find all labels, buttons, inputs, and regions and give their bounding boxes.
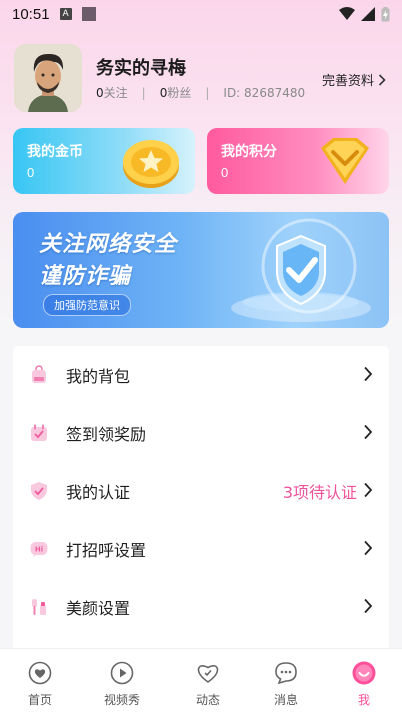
edit-profile-button[interactable]: 完善资料 [322,70,386,89]
shield-check-icon [31,482,47,500]
following-stat[interactable]: 0关注 [96,84,128,101]
coins-value: 0 [27,165,35,180]
menu-item-beauty[interactable]: 美颜设置 [13,578,389,636]
points-value: 0 [221,165,229,180]
chevron-right-icon [364,482,373,498]
security-shield-illustration [231,218,371,322]
video-play-icon [110,661,134,685]
tab-label: 视频秀 [103,693,140,707]
menu-item-label: 美颜设置 [66,599,131,618]
tab-video[interactable]: 视频秀 [82,649,162,716]
menu-item-label: 签到领奖励 [66,425,147,444]
points-title: 我的积分 [221,144,277,160]
notification-a-icon: A [59,8,72,20]
edit-profile-label: 完善资料 [321,74,374,89]
menu-item-label: 我的背包 [66,367,131,386]
user-id: ID: 82687480 [223,85,306,100]
profile-header: 务实的寻梅 0关注 | 0粉丝 | ID: 82687480 完善资料 [14,44,390,112]
menu-item-verification[interactable]: 我的认证 3项待认证 [13,462,389,520]
stats-divider: | [141,85,146,100]
tab-home[interactable]: 首页 [0,649,80,716]
signal-icon [361,7,375,21]
tab-messages[interactable]: 消息 [246,649,326,716]
stats-divider: | [205,85,210,100]
points-card[interactable]: 我的积分 0 [207,128,389,194]
chevron-right-icon [364,540,373,556]
greeting-hi-icon: Hi [30,542,48,557]
tab-moments[interactable]: 动态 [168,649,248,716]
menu-item-label: 打招呼设置 [66,541,147,560]
tab-label: 首页 [27,693,52,707]
battery-charging-icon [381,6,390,21]
svg-text:Hi: Hi [35,546,43,554]
promo-banner[interactable]: 关注网络安全 谨防诈骗 加强防范意识 [13,212,389,328]
profile-stats: 0关注 | 0粉丝 | ID: 82687480 [96,84,305,101]
status-time: 10:51 [12,5,50,23]
following-count: 0 [96,86,104,100]
tab-label: 我 [357,693,370,707]
tab-label: 动态 [195,693,220,707]
backpack-icon [32,365,46,383]
diamond-points-icon [321,138,369,184]
home-heart-icon [28,661,52,685]
app-square-icon [81,7,96,21]
following-label: 关注 [103,86,128,100]
chevron-right-icon [364,424,373,440]
message-bubble-icon [275,662,297,685]
nickname: 务实的寻梅 [96,58,186,79]
tab-label: 消息 [273,693,298,707]
chevron-right-icon [364,366,373,382]
followers-stat[interactable]: 0粉丝 [160,84,192,101]
tab-me[interactable]: 我 [324,649,402,716]
status-bar: 10:51 A [0,0,402,28]
coins-card[interactable]: 我的金币 0 [13,128,195,194]
moments-heart-icon [197,665,219,683]
verification-pending-badge: 3项待认证 [282,483,357,502]
beauty-cosmetics-icon [32,599,46,615]
calendar-checkin-icon [31,424,47,441]
settings-menu: 我的背包 签到领奖励 我的认证 3项待认证 Hi 打招呼设置 美颜设置 [13,346,389,656]
chevron-right-icon [364,598,373,614]
followers-label: 粉丝 [167,86,192,100]
me-smile-icon [352,661,376,685]
coins-title: 我的金币 [27,144,83,160]
banner-subheadline: 谨防诈骗 [39,264,132,289]
menu-item-backpack[interactable]: 我的背包 [13,346,389,404]
chevron-right-icon [378,73,386,86]
menu-item-greeting[interactable]: Hi 打招呼设置 [13,520,389,578]
wifi-icon [339,7,355,20]
menu-item-label: 我的认证 [66,483,131,502]
bottom-tab-bar: 首页 视频秀 动态 消息 我 [0,648,402,716]
gold-coin-icon [123,140,179,188]
banner-tag: 加强防范意识 [43,294,131,316]
menu-item-checkin[interactable]: 签到领奖励 [13,404,389,462]
banner-headline: 关注网络安全 [39,232,178,257]
avatar[interactable] [14,44,82,112]
